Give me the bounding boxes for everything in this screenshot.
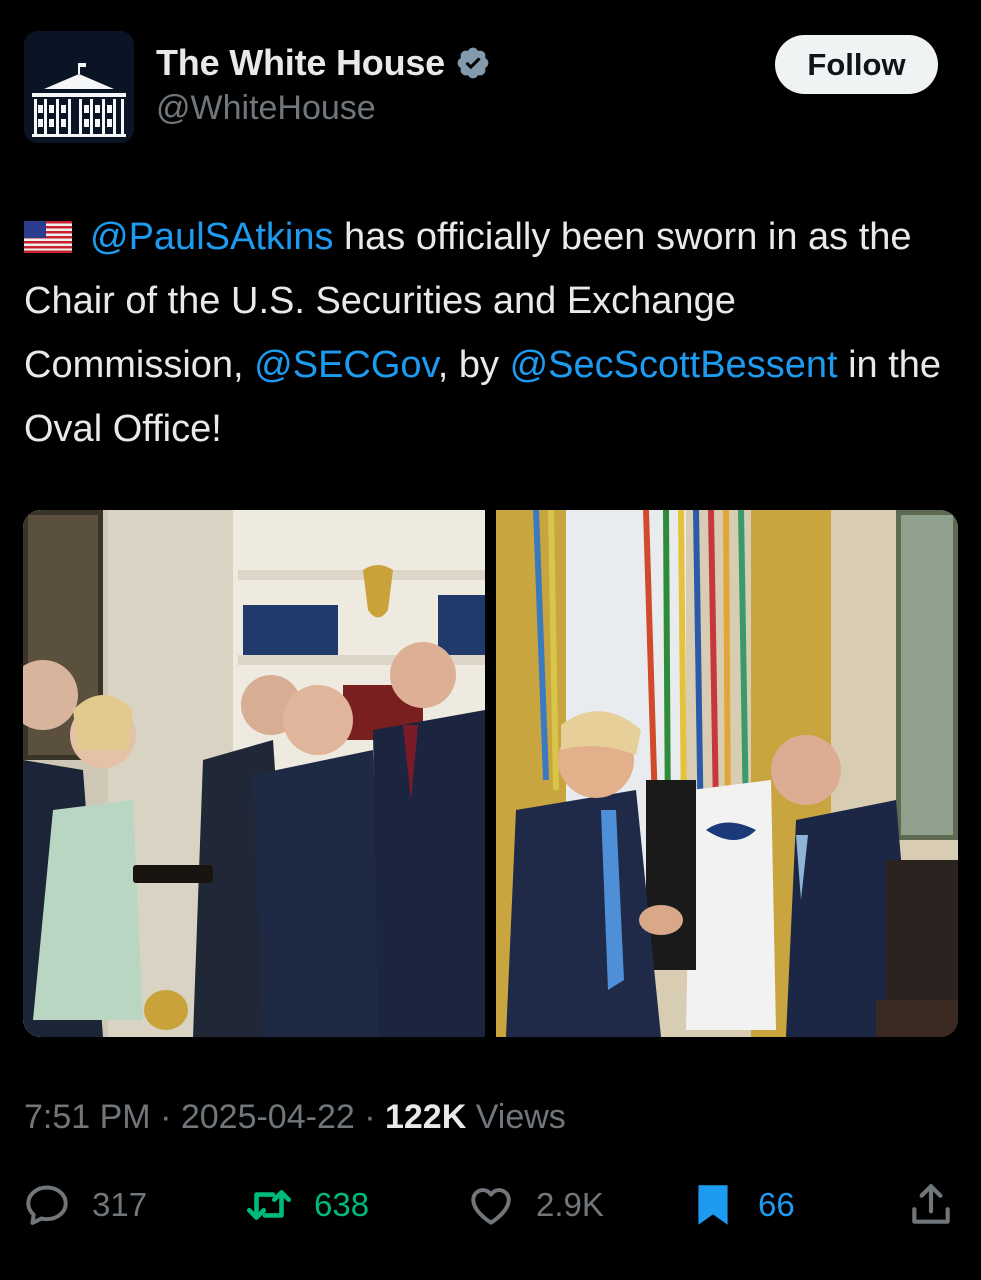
meta-separator: · (354, 1098, 385, 1136)
like-count: 2.9K (536, 1186, 604, 1223)
reply-icon (26, 1185, 68, 1225)
mention-secgov[interactable]: @SECGov (254, 344, 438, 386)
share-icon (912, 1184, 950, 1224)
meta-separator: · (150, 1098, 181, 1136)
views-label: Views (466, 1098, 566, 1136)
white-house-logo-icon (24, 31, 134, 143)
avatar[interactable] (24, 31, 134, 143)
bookmark-filled-icon (698, 1185, 728, 1225)
views-count: 122K (384, 1098, 467, 1136)
tweet-media (23, 510, 958, 1037)
follow-button[interactable]: Follow (775, 35, 938, 94)
tweet-text-part-2: , by (437, 344, 510, 386)
share-button[interactable] (906, 1170, 956, 1240)
tweet-meta: 7:51 PM · 2025-04-22 · 122K Views (24, 1098, 566, 1137)
retweet-button[interactable]: 638 (244, 1170, 369, 1240)
photo-swearing-in[interactable] (23, 510, 485, 1037)
photo-handshake[interactable] (496, 510, 958, 1037)
tweet-text: @PaulSAtkins has officially been sworn i… (24, 205, 959, 461)
retweet-count: 638 (314, 1186, 370, 1223)
tweet-date[interactable]: 2025-04-22 (181, 1098, 355, 1136)
author-handle[interactable]: @WhiteHouse (156, 89, 376, 128)
mention-paulsatkins[interactable]: @PaulSAtkins (90, 216, 333, 258)
like-button[interactable]: 2.9K (466, 1170, 604, 1240)
action-bar: 317 638 2.9K 66 (0, 1170, 981, 1240)
reply-button[interactable]: 317 (22, 1170, 147, 1240)
author-name-row[interactable]: The White House (156, 42, 491, 84)
display-name[interactable]: The White House (156, 42, 445, 84)
mention-secscottbessent[interactable]: @SecScottBessent (510, 344, 838, 386)
bookmark-count: 66 (758, 1186, 795, 1223)
verified-badge-icon (457, 47, 489, 79)
heart-icon (471, 1188, 511, 1225)
tweet-time[interactable]: 7:51 PM (24, 1098, 151, 1136)
us-flag-icon (24, 221, 72, 253)
bookmark-button[interactable]: 66 (688, 1170, 795, 1240)
reply-count: 317 (92, 1186, 148, 1223)
retweet-icon (246, 1190, 292, 1220)
